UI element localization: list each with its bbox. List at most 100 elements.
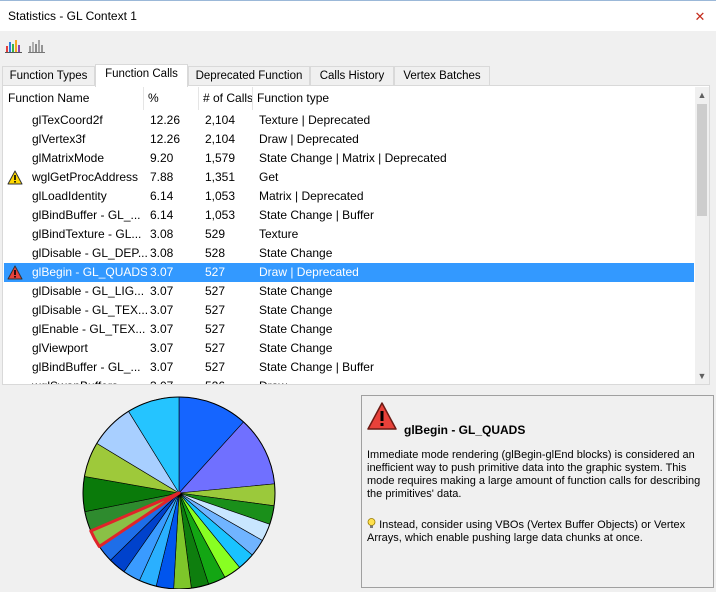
tab-bar: Function Types Function Calls Deprecated…: [0, 64, 716, 87]
info-panel: glBegin - GL_QUADS Immediate mode render…: [361, 395, 714, 588]
table-row[interactable]: wglSwapBuffers3.07526Draw: [4, 377, 694, 384]
info-hint: Instead, consider using VBOs (Vertex Buf…: [367, 518, 712, 545]
cell-pct: 6.14: [150, 208, 174, 222]
cell-name: glDisable - GL_TEX...: [32, 303, 147, 317]
cell-pct: 7.88: [150, 170, 174, 184]
cell-name: glBindBuffer - GL_...: [32, 208, 141, 222]
cell-calls: 527: [205, 360, 226, 374]
cell-calls: 527: [205, 284, 226, 298]
pie-chart-area: [0, 388, 358, 590]
cell-calls: 1,351: [205, 170, 236, 184]
table-row[interactable]: wglGetProcAddress 7.88 1,351 Get: [4, 168, 694, 187]
info-title: glBegin - GL_QUADS: [404, 423, 526, 437]
cell-type: Matrix | Deprecated: [259, 189, 364, 203]
cell-pct: 6.14: [150, 189, 174, 203]
cell-pct: 3.07: [150, 265, 174, 279]
table-row[interactable]: glVertex3f 12.26 2,104 Draw | Deprecated: [4, 130, 694, 149]
cell-pct: 12.26: [150, 132, 181, 146]
table-row[interactable]: glBindBuffer - GL_... 3.07 527 State Change…: [4, 358, 694, 377]
info-description: Immediate mode rendering (glBegin-glEnd …: [367, 449, 701, 500]
cell-calls: 527: [205, 265, 226, 279]
table-row[interactable]: glDisable - GL_LIG... 3.07 527 State Change: [4, 282, 694, 301]
table-row[interactable]: glBindBuffer - GL_... 6.14 1,053 State Chan…: [4, 206, 694, 225]
cell-type: Draw | Deprecated: [259, 132, 359, 146]
tab-function-types[interactable]: Function Types: [2, 66, 95, 86]
warning-red-icon: [7, 265, 23, 280]
bar-chart-color-icon[interactable]: [5, 37, 23, 53]
cell-type: Get: [259, 170, 279, 184]
table-row[interactable]: glViewport 3.07 527 State Change: [4, 339, 694, 358]
function-calls-pie-chart[interactable]: [0, 388, 358, 590]
cell-name: glDisable - GL_DEP...: [32, 246, 147, 260]
cell-name: glDisable - GL_LIG...: [32, 284, 145, 298]
table-row[interactable]: glLoadIdentity 6.14 1,053 Matrix | Deprecat…: [4, 187, 694, 206]
toolbar: [0, 32, 716, 60]
column-header-function-name[interactable]: Function Name: [4, 87, 144, 110]
cell-type: State Change: [259, 303, 333, 317]
table-row[interactable]: glBegin - GL_QUADS 3.07 527 Draw | Deprecat…: [4, 263, 694, 282]
cell-type: Draw: [256, 377, 694, 384]
function-calls-list[interactable]: Function Name % # of Calls Function type…: [4, 87, 694, 384]
tab-deprecated-function[interactable]: Deprecated Function: [188, 66, 310, 86]
cell-pct: 3.08: [150, 246, 174, 260]
cell-calls: 528: [205, 246, 226, 260]
cell-pct: 9.20: [150, 151, 174, 165]
table-row[interactable]: glDisable - GL_DEP... 3.08 528 State Change: [4, 244, 694, 263]
table-row[interactable]: glBindTexture - GL... 3.08 529 Texture: [4, 225, 694, 244]
cell-calls: 527: [205, 303, 226, 317]
cell-calls: 526: [202, 377, 256, 384]
table-row[interactable]: glEnable - GL_TEX... 3.07 527 State Change: [4, 320, 694, 339]
cell-pct: 3.07: [150, 360, 174, 374]
tab-vertex-batches[interactable]: Vertex Batches: [394, 66, 490, 86]
cell-name: glMatrixMode: [32, 151, 105, 165]
cell-type: State Change | Buffer: [259, 360, 374, 374]
cell-pct: 3.07: [147, 377, 202, 384]
bar-chart-gray-icon[interactable]: [28, 37, 46, 53]
cell-pct: 3.08: [150, 227, 174, 241]
cell-type: State Change: [259, 284, 333, 298]
cell-name: glBindBuffer - GL_...: [32, 360, 141, 374]
lightbulb-icon: [367, 518, 376, 529]
column-header-percent[interactable]: %: [144, 87, 199, 110]
cell-calls: 529: [205, 227, 226, 241]
cell-type: State Change: [259, 341, 333, 355]
table-row[interactable]: glDisable - GL_TEX... 3.07 527 State Change: [4, 301, 694, 320]
cell-calls: 527: [205, 341, 226, 355]
cell-name: glEnable - GL_TEX...: [32, 322, 146, 336]
function-calls-panel: Function Name % # of Calls Function type…: [2, 85, 710, 385]
close-button[interactable]: ✕: [690, 8, 710, 26]
tab-calls-history[interactable]: Calls History: [310, 66, 394, 86]
cell-type: Texture: [259, 227, 299, 241]
cell-calls: 1,579: [205, 151, 236, 165]
warning-red-icon: [367, 402, 397, 430]
cell-name: glTexCoord2f: [32, 113, 103, 127]
cell-type: State Change: [259, 246, 333, 260]
cell-name: glVertex3f: [32, 132, 86, 146]
list-scrollbar[interactable]: ▲ ▼: [695, 87, 709, 384]
cell-type: State Change: [259, 322, 333, 336]
cell-name: glViewport: [32, 341, 88, 355]
cell-name: wglGetProcAddress: [32, 170, 139, 184]
cell-pct: 3.07: [150, 303, 174, 317]
tab-function-calls[interactable]: Function Calls: [95, 64, 188, 87]
cell-calls: 1,053: [205, 189, 236, 203]
cell-type: State Change | Matrix | Deprecated: [259, 151, 447, 165]
column-header-function-type[interactable]: Function type: [253, 87, 694, 110]
window-title: Statistics - GL Context 1: [8, 9, 137, 23]
table-row[interactable]: glTexCoord2f 12.26 2,104 Texture | Deprecat…: [4, 111, 694, 130]
cell-name: wglSwapBuffers: [29, 377, 147, 384]
warning-yellow-icon: [7, 170, 23, 185]
column-header-calls[interactable]: # of Calls: [199, 87, 253, 110]
scroll-thumb[interactable]: [697, 104, 707, 216]
cell-name: glBegin - GL_QUADS: [32, 265, 147, 279]
cell-type: Texture | Deprecated: [259, 113, 371, 127]
scroll-up-arrow-icon[interactable]: ▲: [695, 87, 709, 103]
list-header: Function Name % # of Calls Function type: [4, 87, 694, 110]
cell-name: glBindTexture - GL...: [32, 227, 142, 241]
cell-pct: 3.07: [150, 341, 174, 355]
scroll-down-arrow-icon[interactable]: ▼: [695, 368, 709, 384]
cell-calls: 527: [205, 322, 226, 336]
cell-calls: 1,053: [205, 208, 236, 222]
cell-pct: 12.26: [150, 113, 181, 127]
table-row[interactable]: glMatrixMode 9.20 1,579 State Change | Matr…: [4, 149, 694, 168]
